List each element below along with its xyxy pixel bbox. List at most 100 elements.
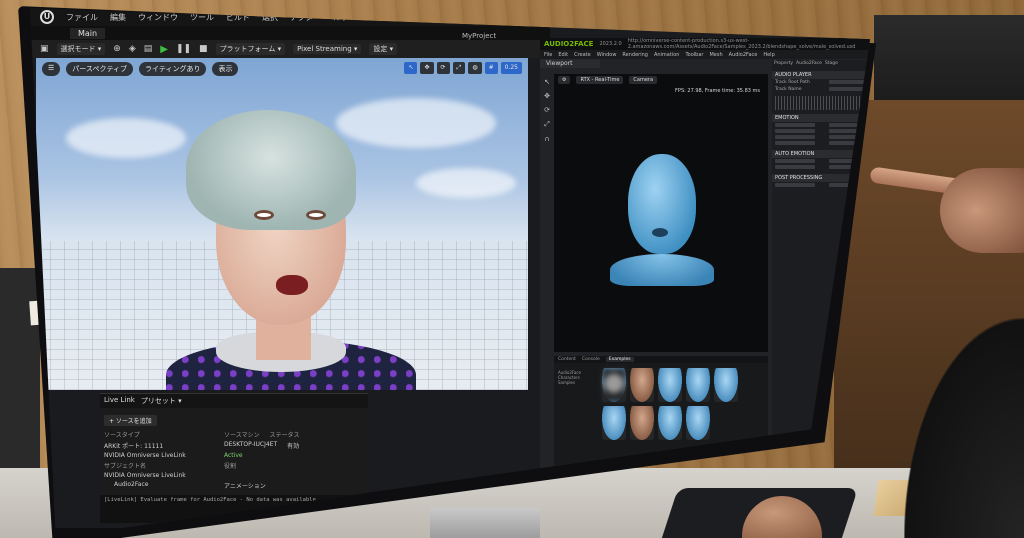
cloud bbox=[416, 168, 516, 198]
viewport-menu-button[interactable]: ☰ bbox=[42, 62, 61, 76]
add-actor-icon[interactable]: ⊕ bbox=[113, 44, 121, 54]
examples-tree: Audio2Face Characters Samples bbox=[558, 370, 598, 385]
livelink-tabs: Live Link プリセット ▾ bbox=[100, 394, 368, 408]
tab-property[interactable]: Property bbox=[774, 61, 793, 66]
example-thumbnail[interactable] bbox=[658, 406, 682, 440]
scale-icon[interactable]: ⤢ bbox=[542, 120, 552, 129]
tab-main[interactable]: Main bbox=[70, 27, 106, 39]
a2f-menu-file[interactable]: File bbox=[544, 52, 552, 58]
cinematics-icon[interactable]: ▤ bbox=[144, 44, 153, 54]
table-row[interactable]: Audio2Face アニメーション bbox=[100, 480, 368, 491]
a2f-menu-toolbar[interactable]: Toolbar bbox=[685, 52, 703, 58]
pointing-hand bbox=[869, 166, 1024, 258]
a2f-menu-create[interactable]: Create bbox=[574, 52, 591, 58]
camera-button[interactable]: Camera bbox=[629, 76, 658, 84]
a2f-menu-window[interactable]: Window bbox=[597, 52, 617, 58]
a2f-menu-animation[interactable]: Animation bbox=[654, 52, 680, 58]
table-row[interactable]: ARKit ポート: 11111 DESKTOP-IUCJ4ET 有効 bbox=[100, 440, 368, 451]
add-source-button[interactable]: + ソースを追加 bbox=[104, 415, 157, 426]
tab-content[interactable]: Content bbox=[558, 357, 576, 362]
move-icon[interactable]: ✥ bbox=[542, 92, 552, 100]
source-table-header: ソースタイプ ソースマシン ステータス bbox=[100, 429, 368, 440]
slider[interactable] bbox=[775, 141, 815, 145]
tab-audio2face[interactable]: Audio2Face bbox=[796, 61, 822, 66]
example-thumbnail[interactable] bbox=[714, 368, 738, 402]
snap-icon[interactable]: ∩ bbox=[542, 135, 552, 143]
select-mode-button[interactable]: 選択モード ▾ bbox=[56, 43, 106, 55]
slider[interactable] bbox=[775, 123, 815, 127]
a2f-logo: AUDIO2FACE bbox=[544, 40, 594, 48]
slider[interactable] bbox=[775, 135, 815, 139]
a2f-viewport-tab[interactable]: Viewport bbox=[540, 59, 600, 68]
ue-viewport[interactable]: ☰ パースペクティブ ライティングあり 表示 ↖ ✥ ⟳ ⤢ ◍ # 0.25 bbox=[36, 58, 528, 390]
lighting-button[interactable]: ライティングあり bbox=[139, 62, 207, 76]
a2f-menu-mesh[interactable]: Mesh bbox=[709, 52, 722, 58]
col-source-machine: ソースマシン bbox=[224, 432, 260, 439]
menu-file[interactable]: ファイル bbox=[66, 12, 98, 23]
rotate-tool-icon[interactable]: ⟳ bbox=[436, 62, 450, 74]
select-tool-icon[interactable]: ↖ bbox=[404, 62, 418, 74]
select-icon[interactable]: ↖ bbox=[542, 78, 552, 86]
example-thumbnail[interactable] bbox=[658, 368, 682, 402]
section-emotion[interactable]: EMOTION bbox=[772, 114, 870, 122]
pixel-streaming-button[interactable]: Pixel Streaming ▾ bbox=[293, 44, 362, 54]
head-skull bbox=[628, 154, 696, 254]
tab-stage[interactable]: Stage bbox=[825, 61, 838, 66]
a2f-menu-rendering[interactable]: Rendering bbox=[622, 52, 648, 58]
save-icon[interactable]: ▣ bbox=[40, 44, 49, 54]
settings-button[interactable]: 設定 ▾ bbox=[369, 43, 398, 55]
slider[interactable] bbox=[775, 129, 815, 133]
slider[interactable] bbox=[775, 165, 815, 169]
col-role: 役割 bbox=[224, 463, 237, 470]
example-thumbnail[interactable] bbox=[686, 368, 710, 402]
move-tool-icon[interactable]: ✥ bbox=[420, 62, 434, 74]
scale-tool-icon[interactable]: ⤢ bbox=[452, 62, 466, 74]
audio-waveform[interactable] bbox=[775, 96, 869, 110]
blueprint-icon[interactable]: ◈ bbox=[129, 44, 136, 54]
example-thumbnail[interactable] bbox=[630, 368, 654, 402]
example-thumbnail[interactable] bbox=[630, 406, 654, 440]
a2f-menu-audio2face[interactable]: Audio2Face bbox=[729, 52, 758, 58]
example-thumbnail[interactable] bbox=[602, 406, 626, 440]
slider[interactable] bbox=[775, 183, 815, 187]
platform-button[interactable]: プラットフォーム ▾ bbox=[215, 43, 286, 55]
bottom-tabs: Content Console Examples bbox=[554, 356, 768, 363]
rtx-mode-button[interactable]: RTX - Real-Time bbox=[576, 76, 624, 84]
props-tabs: Property Audio2Face Stage bbox=[772, 60, 870, 67]
settings-icon[interactable]: ⚙ bbox=[558, 76, 571, 84]
rotate-icon[interactable]: ⟳ bbox=[542, 106, 552, 114]
play-icon[interactable]: ▶ bbox=[160, 44, 168, 55]
pause-icon[interactable]: ❚❚ bbox=[176, 44, 191, 54]
world-icon[interactable]: ◍ bbox=[468, 62, 482, 74]
a2f-menu-help[interactable]: Help bbox=[763, 52, 774, 58]
show-button[interactable]: 表示 bbox=[212, 62, 239, 76]
tab-livelink[interactable]: Live Link bbox=[104, 396, 135, 406]
head-mouth bbox=[652, 228, 668, 237]
cloud-download-icon[interactable] bbox=[602, 368, 626, 402]
person-shoulder bbox=[904, 318, 1024, 538]
tab-examples[interactable]: Examples bbox=[605, 357, 634, 362]
a2f-viewport[interactable]: ⚙ RTX - Real-Time Camera FPS: 27.98, Fra… bbox=[554, 74, 768, 352]
tab-presets[interactable]: プリセット ▾ bbox=[141, 396, 182, 406]
subject-item: Audio2Face bbox=[114, 481, 149, 488]
col-subject-name: サブジェクト名 bbox=[104, 463, 147, 470]
menu-edit[interactable]: 編集 bbox=[110, 12, 126, 23]
slider[interactable] bbox=[775, 159, 815, 163]
stop-icon[interactable]: ■ bbox=[199, 44, 208, 54]
track-root-input[interactable] bbox=[829, 80, 869, 84]
section-audio-player[interactable]: AUDIO PLAYER bbox=[772, 71, 870, 79]
a2f-menu-edit[interactable]: Edit bbox=[558, 52, 568, 58]
a2f-titlebar: AUDIO2FACE 2023.2.0 http://omniverse-con… bbox=[540, 38, 870, 50]
grid-snap-icon[interactable]: # bbox=[484, 62, 498, 74]
tree-item[interactable]: Samples bbox=[558, 380, 598, 385]
source-machine: DESKTOP-IUCJ4ET bbox=[224, 441, 278, 448]
example-thumbnail[interactable] bbox=[686, 406, 710, 440]
scale-snap-value[interactable]: 0.25 bbox=[500, 62, 522, 74]
example-thumbnails bbox=[602, 368, 738, 440]
source-type: ARKit ポート: 11111 bbox=[104, 443, 164, 450]
table-row[interactable]: NVIDIA Omniverse LiveLink Active bbox=[100, 451, 368, 460]
tab-console[interactable]: Console bbox=[582, 357, 600, 362]
subject-group[interactable]: NVIDIA Omniverse LiveLink bbox=[100, 471, 368, 480]
left-shelf bbox=[0, 268, 40, 468]
perspective-button[interactable]: パースペクティブ bbox=[66, 62, 134, 76]
